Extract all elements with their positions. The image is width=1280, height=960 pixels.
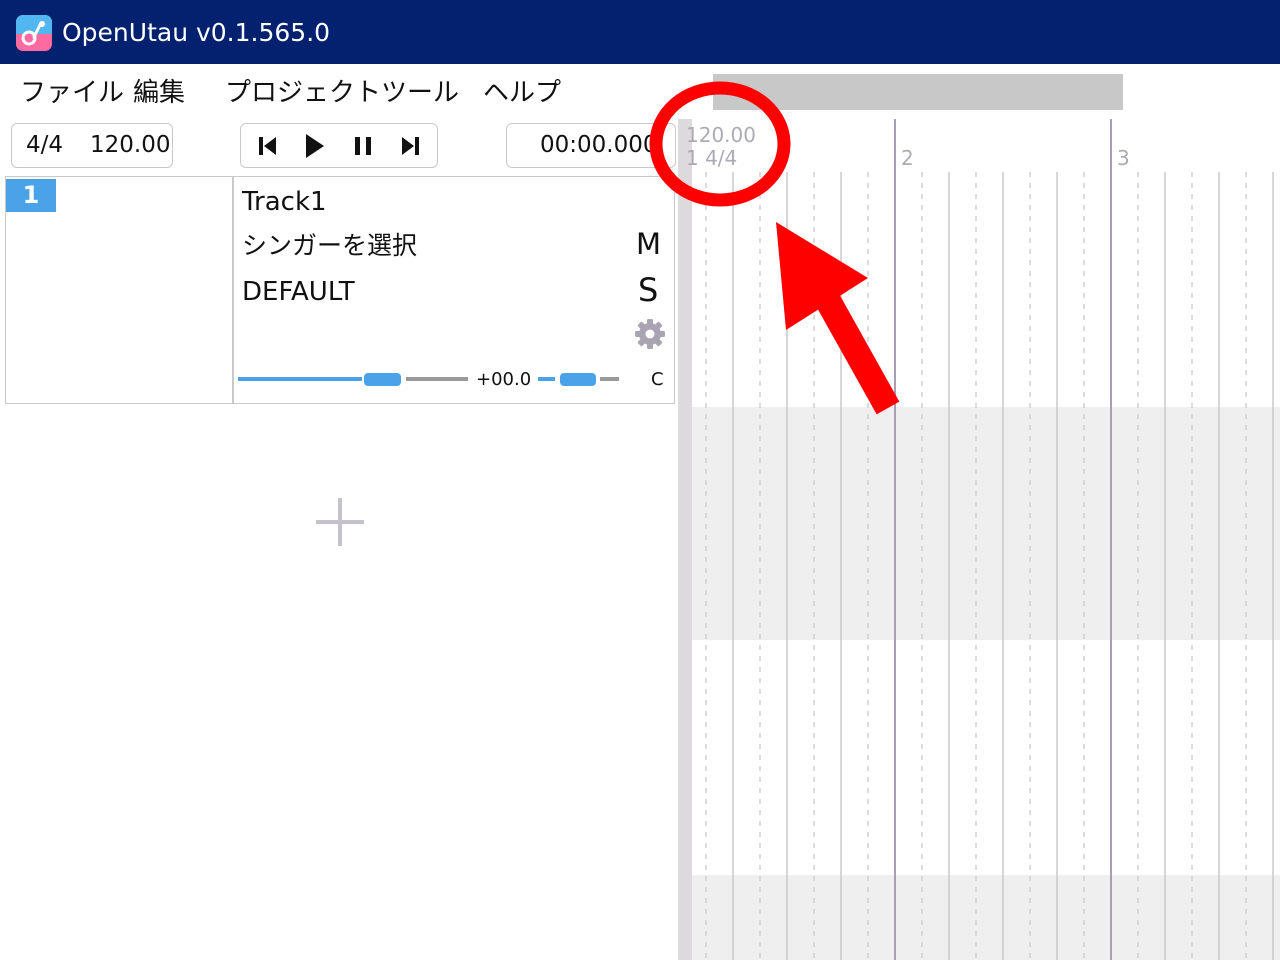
track-header-divider [232,176,234,404]
track-number-badge[interactable]: 1 [6,179,56,212]
plus-icon-vertical [338,498,342,546]
bar-2-label: 2 [901,146,914,170]
volume-value: +00.0 [476,369,532,390]
add-track-button[interactable] [316,498,364,546]
play-icon[interactable] [296,128,332,164]
timeline-left-edge [678,119,692,960]
time-signature[interactable]: 4/4 [26,128,63,162]
pan-value: C [651,369,664,390]
pan-slider-left [538,377,555,381]
volume-slider-fill [238,377,362,381]
app-logo-icon [16,15,52,51]
tempo-marker[interactable]: 120.00 [686,123,756,147]
track-name[interactable]: Track1 [242,184,327,220]
volume-slider-track[interactable] [406,377,468,381]
horizontal-scrollbar[interactable] [713,74,1123,110]
track-row-shade [678,407,1280,640]
pan-slider-thumb[interactable] [560,373,596,386]
playback-time: 00:00.000 [540,132,658,158]
skip-to-end-icon[interactable] [393,128,429,164]
bar-1-label: 1 4/4 [686,146,738,170]
volume-slider-thumb[interactable] [364,373,401,386]
menu-help[interactable]: ヘルプ [483,74,561,112]
pause-icon[interactable] [345,128,381,164]
menu-tools[interactable]: ツール [381,74,459,112]
pan-slider-right[interactable] [600,377,619,381]
menu-file[interactable]: ファイル [20,74,124,112]
track-row-shade [678,875,1280,960]
singer-select-button[interactable]: シンガーを選択 [242,228,417,264]
tempo-value[interactable]: 120.00 [90,128,170,162]
mute-button[interactable]: M [636,226,661,262]
skip-to-start-icon[interactable] [249,128,285,164]
bar-3-label: 3 [1117,146,1130,170]
timeline-grid [678,119,1280,960]
phonemizer-select-button[interactable]: DEFAULT [242,274,355,310]
gear-icon[interactable] [634,318,666,350]
window-title: OpenUtau v0.1.565.0 [62,18,331,47]
solo-button[interactable]: S [638,272,658,308]
menu-project[interactable]: プロジェクト [225,74,381,112]
menu-edit[interactable]: 編集 [133,74,185,112]
